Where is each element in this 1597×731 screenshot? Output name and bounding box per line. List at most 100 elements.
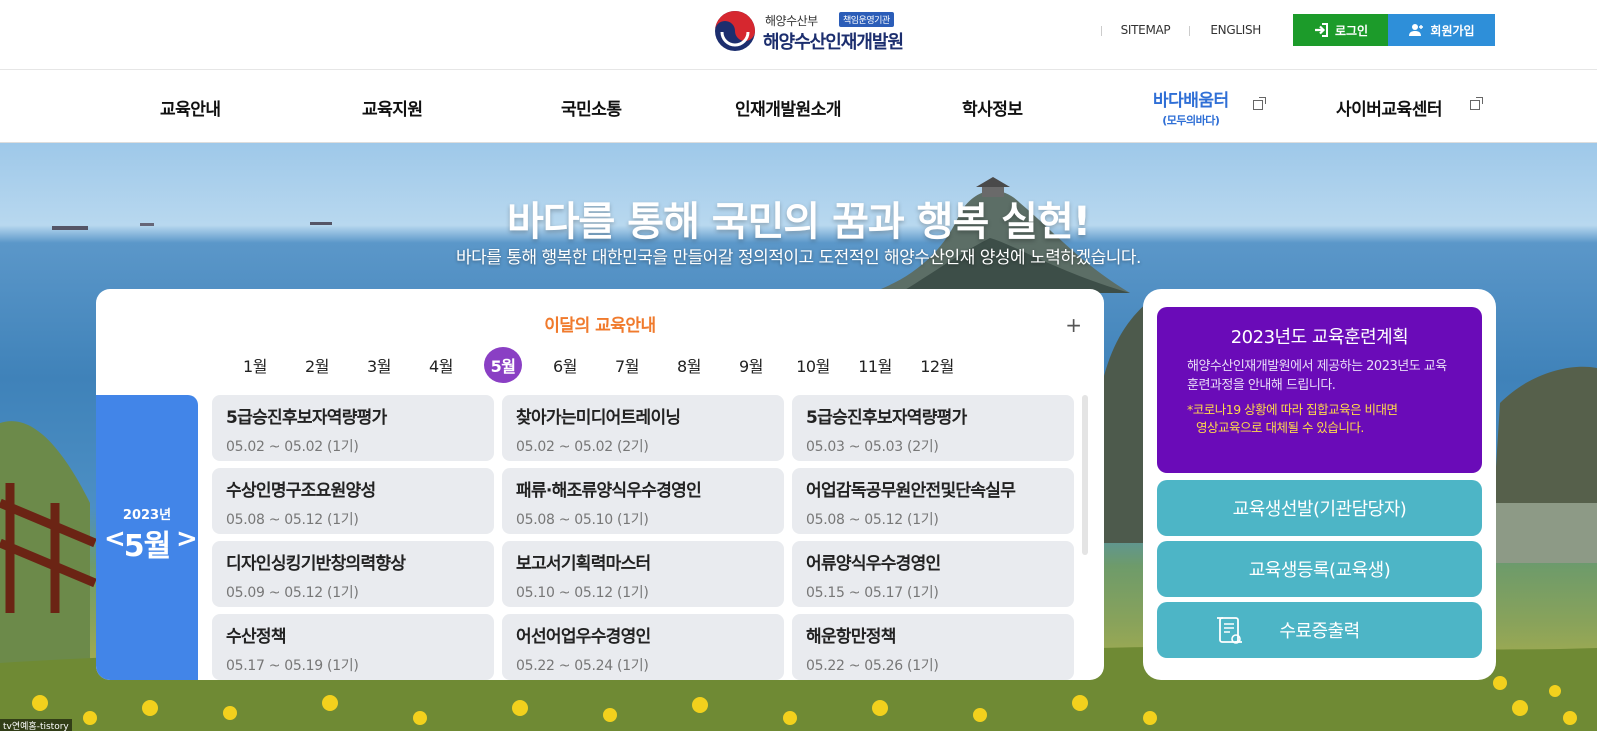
main-navigation: 교육안내 교육지원 국민소통 인재개발원소개 학사정보 바다배움터 (모두의바다… [0, 71, 1597, 143]
course-title: 수산정책 [226, 627, 286, 647]
taegeuk-emblem-icon [715, 11, 755, 51]
sitemap-link[interactable]: SITEMAP [1100, 23, 1191, 37]
join-button[interactable]: 회원가입 [1388, 14, 1495, 46]
month-tab[interactable]: 12월 [918, 347, 956, 383]
month-tab-active[interactable]: 5월 [484, 347, 522, 383]
course-title: 해운항만정책 [806, 627, 896, 647]
gnb-item-public-communication[interactable]: 국민소통 [561, 71, 622, 143]
trainee-registration-button[interactable]: 교육생등록(교육생) [1157, 541, 1482, 597]
month-tab[interactable]: 6월 [546, 347, 584, 383]
logo-text: 해양수산부 책임운영기관 해양수산인재개발원 [763, 10, 913, 53]
gnb-item-sea-learning[interactable]: 바다배움터 (모두의바다) [1153, 71, 1229, 143]
hero-subtitle: 바다를 통해 행복한 대한민국을 만들어갈 정의적이고 도전적인 해양수산인재 … [456, 248, 1141, 268]
month-tab[interactable]: 8월 [670, 347, 708, 383]
next-month-button[interactable]: > [176, 524, 198, 554]
hero-title: 바다를 통해 국민의 꿈과 행복 실현! [506, 199, 1091, 245]
course-card[interactable]: 패류·해조류양식우수경영인 05.08 ~ 05.10 (1기) [502, 468, 784, 534]
gnb-label: 바다배움터 [1153, 91, 1229, 111]
course-title: 5급승진후보자역량평가 [226, 408, 387, 428]
english-link[interactable]: ENGLISH [1190, 23, 1281, 37]
course-title: 보고서기획력마스터 [516, 554, 651, 574]
course-date: 05.03 ~ 05.03 (2기) [806, 439, 939, 455]
logo-ministry: 해양수산부 [765, 14, 818, 28]
course-card[interactable]: 찾아가는미디어트레이닝 05.02 ~ 05.02 (2기) [502, 395, 784, 461]
course-date: 05.02 ~ 05.02 (2기) [516, 439, 649, 455]
course-card[interactable]: 해운항만정책 05.22 ~ 05.26 (1기) [792, 614, 1074, 680]
course-title: 어업감독공무원안전및단속실무 [806, 481, 1016, 501]
course-title: 어선어업우수경영인 [516, 627, 651, 647]
course-date: 05.15 ~ 05.17 (1기) [806, 585, 939, 601]
button-label: 교육생선발(기관담당자) [1232, 499, 1407, 520]
month-tab[interactable]: 7월 [608, 347, 646, 383]
login-icon [1314, 23, 1328, 37]
course-card[interactable]: 어류양식우수경영인 05.15 ~ 05.17 (1기) [792, 541, 1074, 607]
gnb-sublabel: (모두의바다) [1162, 114, 1220, 127]
course-card[interactable]: 보고서기획력마스터 05.10 ~ 05.12 (1기) [502, 541, 784, 607]
plan-description: 해양수산인재개발원에서 제공하는 2023년도 교육훈련과정을 안내해 드립니다… [1187, 359, 1447, 393]
course-date: 05.10 ~ 05.12 (1기) [516, 585, 649, 601]
gnb-label: 학사정보 [962, 99, 1023, 120]
course-date: 05.22 ~ 05.24 (1기) [516, 658, 649, 674]
month-tab[interactable]: 3월 [360, 347, 398, 383]
month-tab[interactable]: 2월 [298, 347, 336, 383]
top-bar: 해양수산부 책임운영기관 해양수산인재개발원 SITEMAP ENGLISH 로… [0, 0, 1597, 70]
course-title: 패류·해조류양식우수경영인 [516, 481, 702, 501]
course-title: 디자인싱킹기반창의력향상 [226, 554, 406, 574]
course-date: 05.22 ~ 05.26 (1기) [806, 658, 939, 674]
month-tab[interactable]: 9월 [732, 347, 770, 383]
course-card[interactable]: 어선어업우수경영인 05.22 ~ 05.24 (1기) [502, 614, 784, 680]
course-card[interactable]: 5급승진후보자역량평가 05.02 ~ 05.02 (1기) [212, 395, 494, 461]
month-tab[interactable]: 1월 [236, 347, 274, 383]
trainee-selection-button[interactable]: 교육생선발(기관담당자) [1157, 480, 1482, 536]
course-date: 05.09 ~ 05.12 (1기) [226, 585, 359, 601]
login-label: 로그인 [1334, 23, 1369, 38]
training-plan-card[interactable]: 2023년도 교육훈련계획 해양수산인재개발원에서 제공하는 2023년도 교육… [1157, 307, 1482, 473]
course-date: 05.17 ~ 05.19 (1기) [226, 658, 359, 674]
login-button[interactable]: 로그인 [1293, 14, 1388, 46]
course-title: 5급승진후보자역량평가 [806, 408, 967, 428]
site-logo[interactable]: 해양수산부 책임운영기관 해양수산인재개발원 [714, 9, 913, 53]
button-label: 교육생등록(교육생) [1248, 560, 1391, 581]
utility-links: SITEMAP ENGLISH 로그인 회원가입 [1100, 14, 1495, 46]
course-title: 수상인명구조요원양성 [226, 481, 376, 501]
course-card[interactable]: 어업감독공무원안전및단속실무 05.08 ~ 05.12 (1기) [792, 468, 1074, 534]
month-tab[interactable]: 10월 [794, 347, 832, 383]
course-date: 05.08 ~ 05.10 (1기) [516, 512, 649, 528]
gnb-item-education-support[interactable]: 교육지원 [362, 71, 423, 143]
gnb-label: 교육안내 [160, 99, 221, 120]
join-label: 회원가입 [1430, 23, 1475, 38]
course-card[interactable]: 5급승진후보자역량평가 05.03 ~ 05.03 (2기) [792, 395, 1074, 461]
gnb-item-academic-info[interactable]: 학사정보 [962, 71, 1023, 143]
monthly-education-panel: 이달의 교육안내 + 1월 2월 3월 4월 5월 6월 7월 8월 9월 10… [96, 289, 1104, 680]
gnb-label: 인재개발원소개 [735, 99, 841, 120]
course-card[interactable]: 수산정책 05.17 ~ 05.19 (1기) [212, 614, 494, 680]
plan-covid-note: *코로나19 상황에 따라 집합교육은 비대면 영상교육으로 대체될 수 있습니… [1187, 402, 1398, 435]
gnb-item-education-info[interactable]: 교육안내 [160, 71, 221, 143]
more-plus-icon[interactable]: + [1065, 313, 1082, 337]
gnb-label: 교육지원 [362, 99, 423, 120]
course-card[interactable]: 수상인명구조요원양성 05.08 ~ 05.12 (1기) [212, 468, 494, 534]
external-link-icon [1253, 97, 1266, 110]
external-link-icon [1470, 97, 1483, 110]
month-tab[interactable]: 11월 [856, 347, 894, 383]
gnb-item-cyber-education[interactable]: 사이버교육센터 [1336, 71, 1442, 143]
month-tab[interactable]: 4월 [422, 347, 460, 383]
certificate-scroll-icon [1217, 617, 1242, 644]
certificate-print-button[interactable]: 수료증출력 [1157, 602, 1482, 658]
course-title: 어류양식우수경영인 [806, 554, 941, 574]
quick-menu-panel: 2023년도 교육훈련계획 해양수산인재개발원에서 제공하는 2023년도 교육… [1143, 289, 1496, 680]
watermark-tag: tv연예홈-tistory [0, 719, 72, 731]
course-title: 찾아가는미디어트레이닝 [516, 408, 681, 428]
gnb-item-institute-intro[interactable]: 인재개발원소개 [735, 71, 841, 143]
plan-title: 2023년도 교육훈련계획 [1230, 327, 1409, 348]
course-card[interactable]: 디자인싱킹기반창의력향상 05.09 ~ 05.12 (1기) [212, 541, 494, 607]
logo-badge: 책임운영기관 [839, 12, 894, 27]
panel-title: 이달의 교육안내 [544, 316, 656, 336]
user-add-icon [1409, 24, 1424, 36]
course-date: 05.02 ~ 05.02 (1기) [226, 439, 359, 455]
logo-org-name: 해양수산인재개발원 [763, 32, 904, 53]
course-scrollbar[interactable] [1082, 395, 1088, 555]
gnb-label: 사이버교육센터 [1336, 99, 1442, 120]
button-label: 수료증출력 [1279, 621, 1360, 642]
current-month-box: < 2023년 5월 > [96, 395, 198, 680]
